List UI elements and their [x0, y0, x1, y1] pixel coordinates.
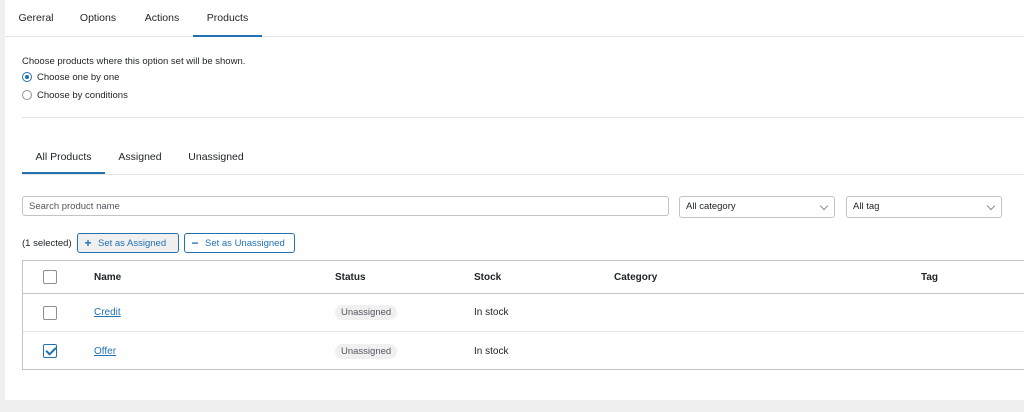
- products-intro-text: Choose products where this option set wi…: [22, 56, 246, 67]
- table-row: Credit Unassigned In stock: [23, 294, 1024, 332]
- status-cell: Unassigned: [335, 294, 398, 331]
- set-as-assigned-button[interactable]: + Set as Assigned: [77, 233, 179, 253]
- category-filter-value: All category: [686, 201, 736, 212]
- radio-checked-icon[interactable]: [22, 72, 32, 82]
- subtab-divider: [22, 174, 1024, 175]
- top-tab-bar: Gereral Options Actions Products: [5, 0, 1024, 37]
- category-filter-select[interactable]: All category: [679, 196, 835, 218]
- select-all-checkbox[interactable]: [43, 270, 57, 284]
- chevron-down-icon: [819, 201, 829, 211]
- search-product-input[interactable]: [22, 196, 669, 216]
- status-cell: Unassigned: [335, 332, 398, 370]
- row-checkbox-checked[interactable]: [43, 344, 57, 358]
- radio-choose-by-conditions[interactable]: Choose by conditions: [22, 88, 128, 102]
- table-header-row: Name Status Stock Category Tag: [23, 261, 1024, 294]
- status-badge: Unassigned: [335, 343, 398, 359]
- tag-filter-select[interactable]: All tag: [846, 196, 1002, 218]
- select-all-cell: [43, 261, 57, 293]
- row-select-cell: [43, 332, 57, 370]
- tab-products[interactable]: Products: [193, 0, 262, 37]
- subtab-all-products[interactable]: All Products: [22, 143, 105, 174]
- row-checkbox[interactable]: [43, 305, 57, 320]
- section-divider: [22, 117, 1024, 118]
- tag-filter-value: All tag: [853, 201, 880, 212]
- subtab-assigned[interactable]: Assigned: [113, 143, 167, 174]
- radio-choose-one-by-one[interactable]: Choose one by one: [22, 70, 119, 84]
- radio-unchecked-icon[interactable]: [22, 90, 32, 100]
- column-header-category: Category: [614, 271, 658, 283]
- tab-actions[interactable]: Actions: [142, 0, 182, 37]
- stock-cell: In stock: [474, 307, 509, 318]
- product-name-link[interactable]: Offer: [94, 346, 116, 357]
- product-name-cell: Offer: [94, 332, 116, 370]
- column-header-stock: Stock: [474, 271, 502, 283]
- column-header-name[interactable]: Name: [94, 261, 121, 293]
- stock-cell: In stock: [474, 345, 509, 357]
- radio-label: Choose by conditions: [37, 89, 128, 101]
- tab-options[interactable]: Options: [77, 0, 119, 37]
- products-table: Name Status Stock Category Tag Credit Un…: [22, 260, 1024, 370]
- set-as-unassigned-button[interactable]: − Set as Unassigned: [184, 233, 295, 253]
- column-header-tag: Tag: [921, 271, 939, 283]
- subtab-unassigned[interactable]: Unassigned: [183, 143, 249, 174]
- chevron-down-icon: [986, 201, 996, 211]
- product-options-panel: Gereral Options Actions Products Choose …: [5, 0, 1024, 400]
- table-row: Offer Unassigned In stock: [23, 332, 1024, 370]
- minus-icon: −: [191, 236, 199, 250]
- product-name-link[interactable]: Credit: [94, 307, 121, 318]
- set-as-unassigned-label: Set as Unassigned: [205, 237, 285, 249]
- plus-icon: +: [84, 236, 92, 250]
- product-name-cell: Credit: [94, 294, 121, 331]
- radio-label: Choose one by one: [37, 71, 120, 83]
- tab-general[interactable]: Gereral: [17, 0, 55, 37]
- set-as-assigned-label: Set as Assigned: [98, 237, 167, 249]
- row-select-cell: [43, 294, 57, 331]
- column-header-status: Status: [335, 271, 366, 283]
- status-badge: Unassigned: [335, 305, 398, 320]
- selected-count: (1 selected): [22, 238, 72, 249]
